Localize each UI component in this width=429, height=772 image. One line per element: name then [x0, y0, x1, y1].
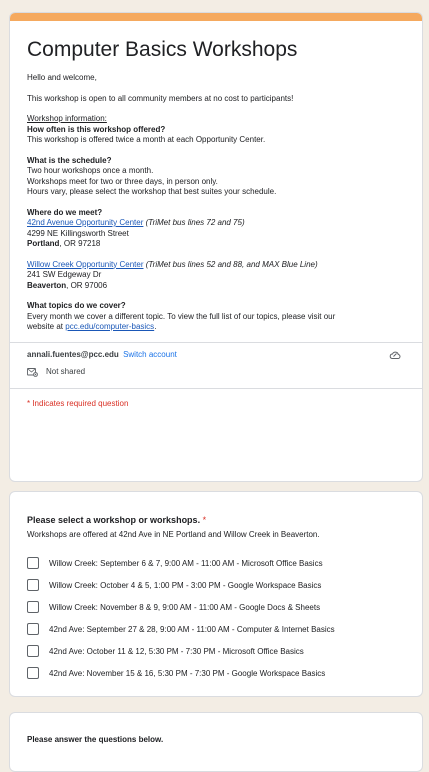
greeting-text: Hello and welcome,	[27, 73, 97, 82]
checkbox[interactable]	[27, 667, 39, 679]
workshop-option[interactable]: 42nd Ave: November 15 & 16, 5:30 PM - 7:…	[27, 662, 405, 684]
location-42nd-city: Portland	[27, 239, 60, 248]
workshop-option-label: Willow Creek: October 4 & 5, 1:00 PM - 3…	[49, 580, 322, 590]
faq-answer-schedule-line: Hours vary, please select the workshop t…	[27, 187, 277, 196]
switch-account-link[interactable]: Switch account	[123, 350, 177, 359]
not-shared-label: Not shared	[46, 367, 86, 376]
required-question-note: * Indicates required question	[27, 398, 129, 408]
question-title: Please select a workshop or workshops. *	[27, 514, 405, 526]
next-section-title: Please answer the questions below.	[27, 735, 164, 744]
faq-question-schedule: What is the schedule?	[27, 155, 112, 165]
open-note-text: This workshop is open to all community m…	[27, 93, 294, 103]
not-shared-icon	[27, 367, 38, 377]
checkbox[interactable]	[27, 579, 39, 591]
next-section-card: Please answer the questions below.	[9, 712, 423, 772]
location-42nd-city-line: Portland, OR 97218	[27, 239, 405, 250]
faq-answer-schedule-line: Workshops meet for two or three days, in…	[27, 176, 218, 186]
workshop-option[interactable]: Willow Creek: November 8 & 9, 9:00 AM - …	[27, 596, 405, 618]
topics-website-link[interactable]: pcc.edu/computer-basics	[65, 322, 154, 331]
cloud-saved-icon	[389, 351, 401, 359]
form-header-card: Computer Basics Workshops Hello and welc…	[9, 12, 423, 482]
question-title-text: Please select a workshop or workshops.	[27, 515, 201, 525]
header-accent-bar	[10, 13, 422, 21]
checkbox[interactable]	[27, 645, 39, 657]
workshop-option[interactable]: Willow Creek: October 4 & 5, 1:00 PM - 3…	[27, 574, 405, 596]
faq-question-topics: What topics do we cover?	[27, 301, 126, 310]
location-42nd-link[interactable]: 42nd Avenue Opportunity Center	[27, 218, 143, 227]
account-email: annali.fuentes@pcc.edu	[27, 349, 119, 359]
checkbox[interactable]	[27, 557, 39, 569]
faq-question-location: Where do we meet?	[27, 207, 103, 217]
location-willow-city: Beaverton	[27, 280, 67, 290]
form-title: Computer Basics Workshops	[27, 38, 298, 61]
location-42nd-note: (TriMet bus lines 72 and 75)	[143, 218, 245, 227]
location-willow-street: 241 SW Edgeway Dr	[27, 270, 102, 279]
location-willow-note: (TriMet bus lines 52 and 88, and MAX Blu…	[143, 259, 318, 269]
faq-question-frequency: How often is this workshop offered?	[27, 124, 166, 134]
faq-answer-topics-link-line: website at pcc.edu/computer-basics.	[27, 322, 405, 333]
not-shared-row: Not shared	[27, 365, 405, 379]
info-heading: Workshop information:	[27, 114, 107, 123]
workshop-options: Willow Creek: September 6 & 7, 9:00 AM -…	[27, 552, 405, 684]
workshop-option[interactable]: Willow Creek: September 6 & 7, 9:00 AM -…	[27, 552, 405, 574]
question-description: Workshops are offered at 42nd Ave in NE …	[27, 530, 320, 539]
location-willow-link[interactable]: Willow Creek Opportunity Center	[27, 260, 143, 269]
faq-answer-topics: Every month we cover a different topic. …	[27, 311, 336, 321]
location-willow-state: , OR 97006	[66, 280, 108, 290]
workshop-question-card: Please select a workshop or workshops. *…	[9, 491, 423, 697]
topics-link-prefix: website at	[27, 322, 66, 331]
location-42nd-street: 4299 NE Killingsworth Street	[27, 228, 129, 238]
checkbox[interactable]	[27, 623, 39, 635]
workshop-option[interactable]: 42nd Ave: October 11 & 12, 5:30 PM - 7:3…	[27, 640, 405, 662]
location-willow-line: Willow Creek Opportunity Center (TriMet …	[27, 260, 405, 271]
faq-answer-frequency: This workshop is offered twice a month a…	[27, 135, 266, 144]
account-row: annali.fuentes@pcc.edu Switch account	[27, 343, 405, 365]
workshop-option-label: Willow Creek: September 6 & 7, 9:00 AM -…	[49, 558, 323, 568]
required-star: *	[200, 515, 207, 525]
workshop-option-label: Willow Creek: November 8 & 9, 9:00 AM - …	[49, 602, 321, 612]
location-willow-city-line: Beaverton, OR 97006	[27, 281, 405, 292]
workshop-option[interactable]: 42nd Ave: September 27 & 28, 9:00 AM - 1…	[27, 618, 405, 640]
location-42nd-state: , OR 97218	[59, 239, 101, 248]
workshop-option-label: 42nd Ave: September 27 & 28, 9:00 AM - 1…	[49, 624, 335, 634]
workshop-option-label: 42nd Ave: November 15 & 16, 5:30 PM - 7:…	[49, 668, 326, 678]
workshop-option-label: 42nd Ave: October 11 & 12, 5:30 PM - 7:3…	[49, 646, 304, 656]
topics-link-suffix: .	[154, 322, 157, 331]
faq-answer-schedule-line: Two hour workshops once a month.	[27, 166, 154, 175]
checkbox[interactable]	[27, 601, 39, 613]
location-42nd-line: 42nd Avenue Opportunity Center (TriMet b…	[27, 218, 405, 229]
